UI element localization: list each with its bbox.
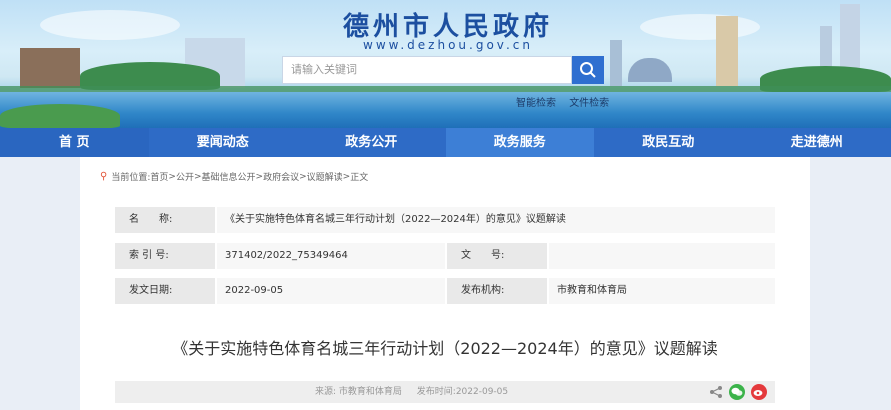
share-tools	[709, 384, 767, 400]
cloud	[640, 14, 760, 40]
article-publish-time: 发布时间:2022-09-05	[416, 387, 509, 397]
info-row-date: 发文日期: 2022-09-05 发布机构: 市教育和体育局	[115, 278, 775, 304]
wechat-glyph	[731, 387, 743, 396]
doc-no-label: 文 号:	[447, 243, 547, 269]
nav-home[interactable]: 首 页	[0, 128, 149, 157]
nav-interaction[interactable]: 政民互动	[594, 128, 743, 157]
weibo-glyph	[753, 390, 763, 396]
doc-no-value	[549, 243, 775, 269]
article-title: 《关于实施特色体育名城三年行动计划（2022—2024年）的意见》议题解读	[172, 339, 718, 358]
breadcrumb-sep: >	[255, 171, 264, 182]
water	[0, 92, 891, 128]
cloud	[40, 10, 180, 40]
article-source: 来源: 市教育和体育局	[315, 387, 402, 397]
date-label: 发文日期:	[115, 278, 215, 304]
name-value: 《关于实施特色体育名城三年行动计划（2022—2024年）的意见》议题解读	[217, 207, 775, 233]
nav-about[interactable]: 走进德州	[743, 128, 891, 157]
main-nav: 首 页 要闻动态 政务公开 政务服务 政民互动 走进德州	[0, 128, 891, 157]
breadcrumb-item-current: 正文	[350, 173, 369, 183]
weibo-icon[interactable]	[751, 384, 767, 400]
tower	[716, 16, 738, 86]
tower	[610, 40, 622, 86]
org-value: 市教育和体育局	[549, 278, 775, 304]
breadcrumb-item-meetings[interactable]: 政府会议	[263, 170, 299, 183]
dome	[628, 58, 672, 82]
wechat-icon[interactable]	[729, 384, 745, 400]
info-row-index: 索 引 号: 371402/2022_75349464 文 号:	[115, 243, 775, 269]
breadcrumb-item-interpretation[interactable]: 议题解读	[307, 170, 343, 183]
index-label: 索 引 号:	[115, 243, 215, 269]
search-icon	[580, 62, 596, 78]
breadcrumb-label: 当前位置:	[111, 173, 151, 183]
site-url: www.dezhou.gov.cn	[363, 38, 533, 52]
nav-gov-open[interactable]: 政务公开	[297, 128, 446, 157]
nav-gov-service[interactable]: 政务服务	[445, 128, 594, 157]
breadcrumb-sep: >	[342, 171, 351, 182]
nav-news[interactable]: 要闻动态	[149, 128, 298, 157]
trees	[0, 104, 120, 128]
content-panel: ⚲ 当前位置: 首页 > 公开 > 基础信息公开 > 政府会议 > 议题解读 >…	[80, 157, 810, 410]
file-search-link[interactable]: 文件检索	[569, 98, 609, 109]
article-meta-bar: 来源: 市教育和体育局 发布时间:2022-09-05	[115, 381, 775, 403]
pagoda	[20, 48, 80, 88]
name-label: 名 称:	[115, 207, 215, 233]
date-value: 2022-09-05	[217, 278, 445, 304]
breadcrumb-sep: >	[299, 171, 307, 182]
breadcrumb-item-home[interactable]: 首页	[150, 170, 168, 183]
search-button[interactable]	[572, 56, 604, 84]
header-banner: 德州市人民政府 www.dezhou.gov.cn 请输入关键词 智能检索 文件…	[0, 0, 891, 128]
info-row-name: 名 称: 《关于实施特色体育名城三年行动计划（2022—2024年）的意见》议题…	[115, 207, 775, 233]
breadcrumb: ⚲ 当前位置: 首页 > 公开 > 基础信息公开 > 政府会议 > 议题解读 >…	[100, 170, 368, 183]
breadcrumb-sep: >	[193, 171, 202, 182]
breadcrumb-item-open[interactable]: 公开	[176, 170, 194, 183]
location-pin-icon: ⚲	[100, 171, 108, 182]
search-input[interactable]: 请输入关键词	[282, 56, 572, 84]
article-meta: 来源: 市教育和体育局 发布时间:2022-09-05	[315, 381, 520, 403]
share-icon[interactable]	[709, 385, 723, 399]
smart-search-link[interactable]: 智能检索	[516, 98, 556, 109]
index-value: 371402/2022_75349464	[217, 243, 445, 269]
org-label: 发布机构:	[447, 278, 547, 304]
breadcrumb-item-basic-info[interactable]: 基础信息公开	[202, 170, 256, 183]
breadcrumb-sep: >	[168, 171, 176, 182]
search-links: 智能检索 文件检索	[516, 94, 619, 109]
